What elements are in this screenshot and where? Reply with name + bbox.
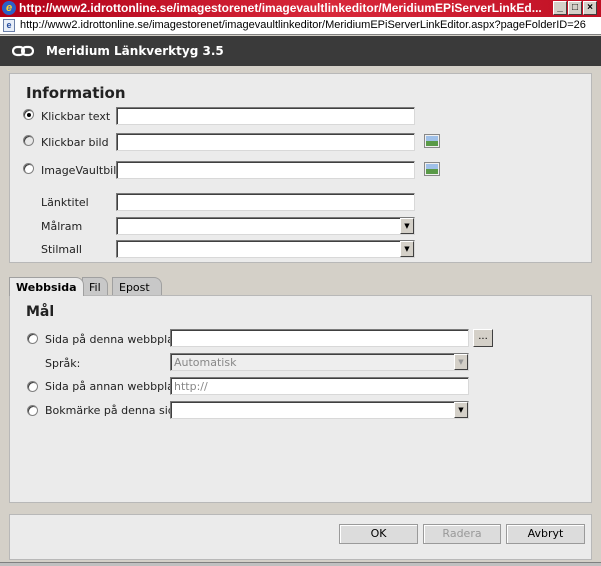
chain-link-icon	[12, 45, 34, 57]
link-title-input[interactable]	[116, 193, 415, 211]
information-heading: Information	[26, 84, 126, 102]
style-label: Stilmall	[41, 243, 82, 256]
tab-email[interactable]: Epost	[112, 277, 162, 295]
app-header: Meridium Länkverktyg 3.5	[0, 36, 601, 66]
clickable-text-radio[interactable]	[23, 109, 34, 120]
target-heading: Mål	[26, 304, 55, 320]
bookmark-label: Bokmärke på denna sida	[45, 404, 182, 417]
information-panel: Information Klickbar text Klickbar bild …	[9, 73, 592, 263]
chevron-down-icon[interactable]: ▼	[454, 354, 468, 370]
window-title-bar: e http://www2.idrottonline.se/imagestore…	[0, 0, 601, 17]
address-url: http://www2.idrottonline.se/imagestorene…	[20, 19, 586, 31]
clickable-text-label: Klickbar text	[41, 110, 111, 123]
cancel-button[interactable]: Avbryt	[506, 524, 585, 544]
target-frame-label: Målram	[41, 220, 83, 233]
other-site-input[interactable]: http://	[170, 377, 469, 395]
bookmark-radio[interactable]	[27, 405, 38, 416]
bookmark-select[interactable]: ▼	[170, 401, 469, 419]
imagevault-image-radio[interactable]	[23, 163, 34, 174]
maximize-button[interactable]: □	[568, 1, 582, 15]
clickable-image-input[interactable]	[116, 133, 415, 151]
imagevault-image-input[interactable]	[116, 161, 415, 179]
link-title-label: Länktitel	[41, 196, 89, 209]
internet-explorer-icon: e	[2, 1, 16, 15]
language-value: Automatisk	[174, 356, 237, 369]
this-site-input[interactable]	[170, 329, 469, 347]
target-frame-select[interactable]: ▼	[116, 217, 415, 235]
language-select[interactable]: Automatisk ▼	[170, 353, 469, 371]
language-label: Språk:	[45, 357, 81, 370]
chevron-down-icon[interactable]: ▼	[454, 402, 468, 418]
window-title: http://www2.idrottonline.se/imagestorene…	[19, 1, 542, 15]
target-panel: Mål Sida på denna webbplats ... Språk: A…	[9, 295, 592, 503]
tab-bar: Webbsida Fil Epost	[9, 277, 592, 296]
status-bar	[0, 562, 601, 566]
this-site-label: Sida på denna webbplats	[45, 333, 184, 346]
chevron-down-icon[interactable]: ▼	[400, 241, 414, 257]
style-select[interactable]: ▼	[116, 240, 415, 258]
ok-button[interactable]: OK	[339, 524, 418, 544]
app-title: Meridium Länkverktyg 3.5	[46, 44, 224, 58]
clickable-image-label: Klickbar bild	[41, 136, 109, 149]
imagevault-picker-icon[interactable]	[424, 162, 440, 176]
tab-file[interactable]: Fil	[82, 277, 108, 295]
remove-button[interactable]: Radera	[423, 524, 501, 544]
browse-button[interactable]: ...	[473, 329, 493, 347]
footer-panel: OK Radera Avbryt	[9, 514, 592, 560]
chevron-down-icon[interactable]: ▼	[400, 218, 414, 234]
image-picker-icon[interactable]	[424, 134, 440, 148]
other-site-radio[interactable]	[27, 381, 38, 392]
clickable-text-input[interactable]	[116, 107, 415, 125]
tab-webpage[interactable]: Webbsida	[9, 277, 84, 296]
this-site-radio[interactable]	[27, 333, 38, 344]
imagevault-image-label: ImageVaultbild	[41, 164, 124, 177]
other-site-label: Sida på annan webbplats	[45, 380, 184, 393]
close-button[interactable]: ×	[583, 1, 597, 15]
address-bar[interactable]: e http://www2.idrottonline.se/imagestore…	[0, 17, 601, 35]
page-icon: e	[3, 19, 15, 32]
clickable-image-radio[interactable]	[23, 135, 34, 146]
minimize-button[interactable]: _	[553, 1, 567, 15]
